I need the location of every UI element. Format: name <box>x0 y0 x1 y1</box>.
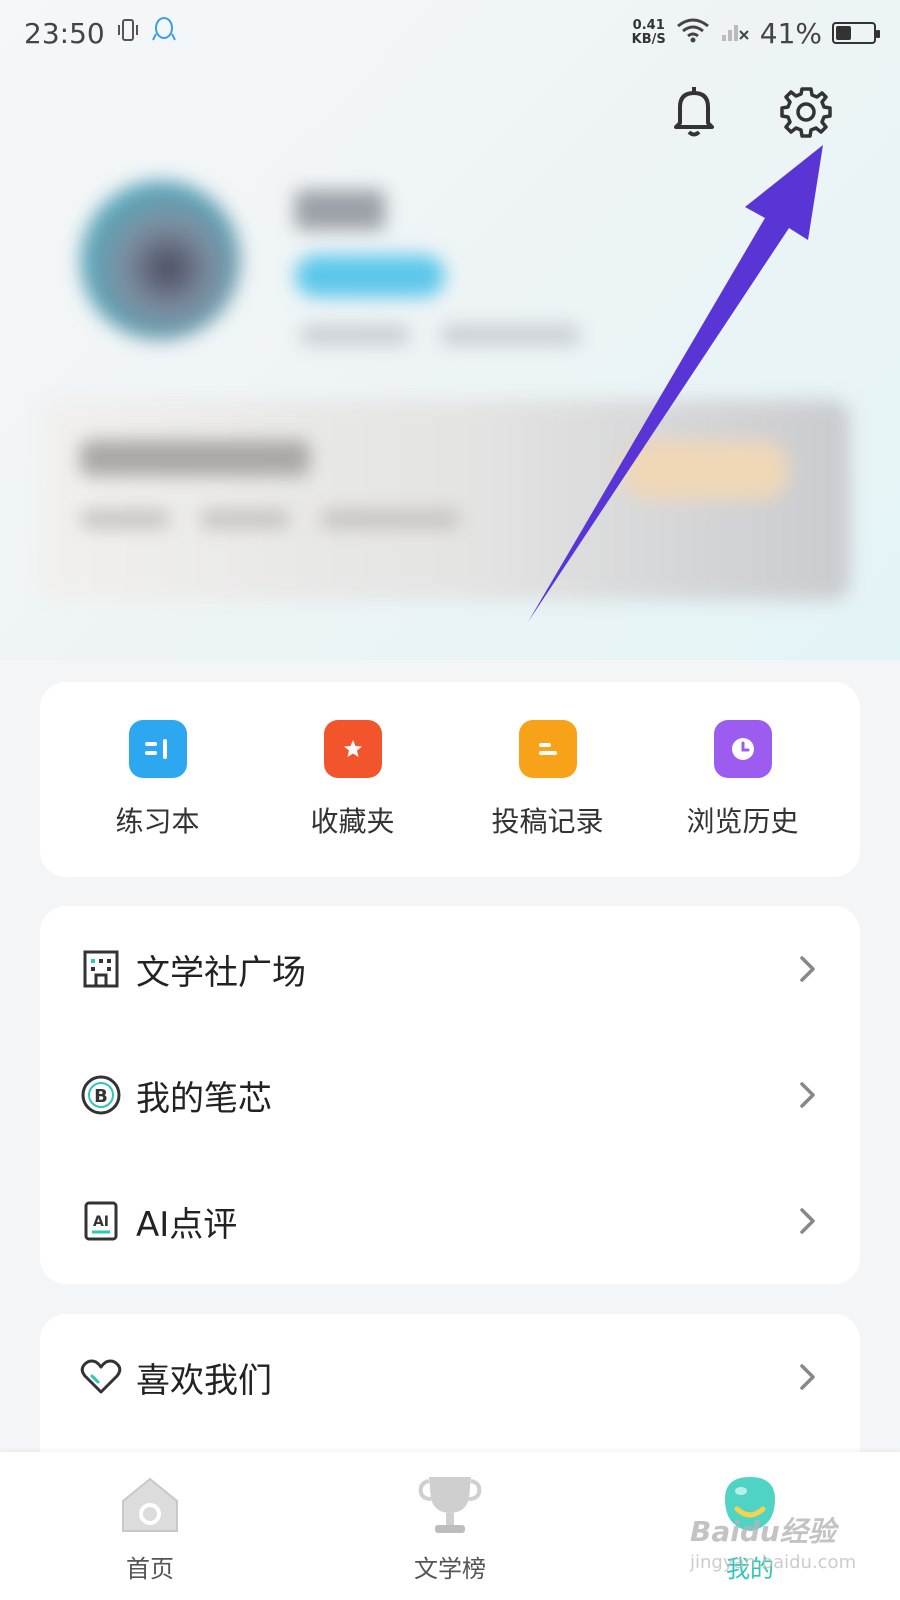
net-speed-unit: KB/S <box>631 32 666 47</box>
network-speed: 0.41 KB/S <box>632 19 666 47</box>
notification-button[interactable] <box>668 84 720 144</box>
menu-item-my-pen-refill[interactable]: B 我的笔芯 <box>80 1032 820 1158</box>
vip-subtext-blurred <box>80 510 170 528</box>
menu-card: 文学社广场 B 我的笔芯 AI AI点评 <box>40 906 860 1284</box>
menu-label: AI点评 <box>136 1204 238 1245</box>
shortcut-label: 收藏夹 <box>310 804 395 838</box>
vip-subtext-blurred <box>320 510 460 528</box>
profile-section-blurred <box>0 160 900 620</box>
menu-item-ai-review[interactable]: AI AI点评 <box>80 1158 820 1284</box>
stat-blurred <box>300 325 410 345</box>
chevron-right-icon <box>796 1362 820 1392</box>
chevron-right-icon <box>796 1080 820 1110</box>
header-actions <box>668 84 832 144</box>
shortcut-label: 投稿记录 <box>491 804 604 838</box>
coin-b-icon: B <box>80 1074 122 1116</box>
battery-icon <box>832 22 880 44</box>
status-time: 23:50 <box>24 16 105 50</box>
chevron-right-icon <box>796 954 820 984</box>
menu-item-literary-square[interactable]: 文学社广场 <box>80 906 820 1032</box>
bookmark-star-icon <box>323 719 382 778</box>
chevron-right-icon <box>796 1206 820 1236</box>
vip-button-blurred[interactable] <box>620 440 790 500</box>
status-right: 0.41 KB/S 41% <box>632 16 880 50</box>
ai-document-icon: AI <box>80 1200 122 1242</box>
vibrate-icon <box>115 17 141 50</box>
svg-text:B: B <box>94 1086 108 1107</box>
nav-literary-ranking[interactable]: 文学榜 <box>340 1469 560 1584</box>
nav-label: 首页 <box>126 1554 174 1583</box>
level-badge-blurred <box>295 255 445 297</box>
qq-icon <box>151 16 177 51</box>
watermark-sub: jingyan.baidu.com <box>690 1552 857 1573</box>
stat-blurred <box>440 325 580 345</box>
menu-label: 文学社广场 <box>136 952 306 993</box>
menu-item-like-us[interactable]: 喜欢我们 <box>80 1314 820 1440</box>
home-icon <box>115 1469 185 1539</box>
battery-fill <box>836 26 851 40</box>
vip-subtext-blurred <box>200 510 290 528</box>
vip-card-blurred[interactable] <box>40 400 850 600</box>
menu-label: 喜欢我们 <box>136 1360 272 1401</box>
nav-label: 文学榜 <box>414 1554 486 1583</box>
username-blurred <box>295 190 385 230</box>
shortcut-history[interactable]: 浏览历史 <box>653 719 833 840</box>
status-left: 23:50 <box>24 16 177 51</box>
watermark: Baidu经验 <box>690 1515 836 1548</box>
nav-home[interactable]: 首页 <box>40 1469 260 1584</box>
gear-icon <box>779 85 833 143</box>
menu-label: 我的笔芯 <box>136 1078 272 1119</box>
vip-title-blurred <box>80 440 310 476</box>
battery-percent: 41% <box>759 16 822 50</box>
wifi-icon <box>676 17 710 50</box>
settings-button[interactable] <box>780 84 832 144</box>
document-icon <box>518 719 577 778</box>
net-speed-value: 0.41 <box>632 18 665 33</box>
shortcut-label: 浏览历史 <box>686 804 799 838</box>
shortcuts-card: 练习本 收藏夹 投稿记录 浏览历史 <box>40 682 860 877</box>
avatar[interactable] <box>80 180 240 340</box>
shortcut-submissions[interactable]: 投稿记录 <box>458 719 638 840</box>
shortcut-notebook[interactable]: 练习本 <box>68 719 248 840</box>
heart-icon <box>80 1356 122 1398</box>
signal-off-icon <box>720 17 750 50</box>
svg-text:AI: AI <box>93 1214 109 1230</box>
trophy-icon <box>415 1469 485 1539</box>
notebook-icon <box>128 719 187 778</box>
bell-icon <box>670 85 718 143</box>
status-bar: 23:50 0.41 KB/S 41% <box>0 0 900 66</box>
shortcut-label: 练习本 <box>115 804 200 838</box>
building-icon <box>80 948 122 990</box>
clock-icon <box>713 719 772 778</box>
shortcut-favorites[interactable]: 收藏夹 <box>263 719 443 840</box>
